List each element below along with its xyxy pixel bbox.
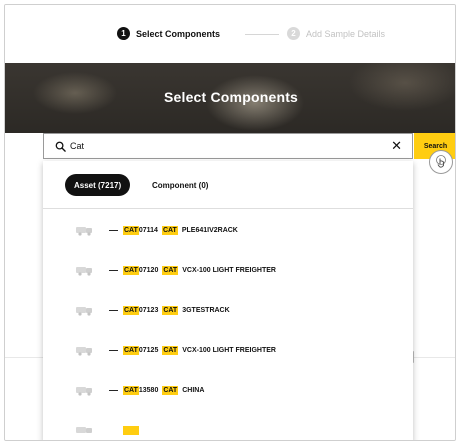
search-results-dropdown: Asset (7217) Component (0) — CAT 07114 CAT… xyxy=(43,161,413,440)
step-select-components: 1 Select Components xyxy=(117,27,220,40)
match-highlight: CAT xyxy=(161,225,178,235)
result-tabs: Asset (7217) Component (0) xyxy=(43,161,413,209)
match-highlight: CAT xyxy=(162,305,179,315)
asset-label: CAT 07114 CAT PLE641IV2RACK xyxy=(123,225,238,235)
step-connector xyxy=(245,34,279,35)
asset-label: CAT 07125 CAT VCX-100 LIGHT FREIGHTER xyxy=(123,345,276,355)
separator: — xyxy=(109,385,118,395)
truck-icon xyxy=(76,227,92,236)
match-highlight: CAT xyxy=(123,345,139,355)
step-add-sample-details[interactable]: 2 Add Sample Details xyxy=(287,27,385,40)
asset-label-partial: CAT xyxy=(123,425,139,435)
separator: — xyxy=(109,305,118,315)
step-number: 2 xyxy=(287,27,300,40)
truck-icon xyxy=(76,347,92,356)
asset-code: 07125 xyxy=(138,346,159,354)
touch-pointer-icon[interactable] xyxy=(429,150,453,174)
hero-banner: Select Components xyxy=(5,63,455,133)
separator: — xyxy=(109,265,118,275)
list-item[interactable]: — CAT 07120 CAT VCX-100 LIGHT FREIGHTER xyxy=(43,250,413,290)
truck-icon xyxy=(76,307,92,316)
list-item[interactable]: — CAT 07114 CAT PLE641IV2RACK xyxy=(43,210,413,250)
match-highlight: CAT xyxy=(162,385,179,395)
tab-component[interactable]: Component (0) xyxy=(149,174,211,196)
stepper: 1 Select Components 2 Add Sample Details xyxy=(5,5,455,63)
asset-label: CAT 07120 CAT VCX-100 LIGHT FREIGHTER xyxy=(123,265,276,275)
asset-label: CAT 07123 CAT 3GTESTRACK xyxy=(123,305,230,315)
step-label: Select Components xyxy=(136,28,221,39)
list-item[interactable]: — CAT 07123 CAT 3GTESTRACK xyxy=(43,290,413,330)
asset-model: CHINA xyxy=(182,386,205,394)
asset-code: 07123 xyxy=(138,306,159,314)
list-item[interactable]: CAT xyxy=(43,410,413,440)
search-input[interactable] xyxy=(70,141,370,151)
asset-model: VCX-100 LIGHT FREIGHTER xyxy=(182,266,276,274)
tab-asset[interactable]: Asset (7217) xyxy=(65,174,131,196)
match-highlight: CAT xyxy=(162,265,179,275)
truck-icon xyxy=(76,387,92,396)
search-icon xyxy=(52,138,68,154)
match-highlight: CAT xyxy=(123,385,139,395)
truck-icon xyxy=(76,427,92,433)
search-box: ✕ xyxy=(43,133,413,159)
asset-model: 3GTESTRACK xyxy=(182,306,230,314)
list-item[interactable]: — CAT 13580 CAT CHINA xyxy=(43,370,413,410)
step-number: 1 xyxy=(117,27,130,40)
app-window: 1 Select Components 2 Add Sample Details… xyxy=(4,4,456,441)
separator: — xyxy=(109,345,118,355)
page-title: Select Components xyxy=(163,89,299,105)
list-item[interactable]: — CAT 07125 CAT VCX-100 LIGHT FREIGHTER xyxy=(43,330,413,370)
match-highlight: CAT xyxy=(123,265,139,275)
asset-model: PLE641IV2RACK xyxy=(181,226,238,234)
separator: — xyxy=(109,225,118,235)
match-highlight: CAT xyxy=(162,345,179,355)
match-highlight: CAT xyxy=(123,225,139,235)
truck-icon xyxy=(76,267,92,276)
asset-label: CAT 13580 CAT CHINA xyxy=(123,385,205,395)
asset-code: 07114 xyxy=(138,226,158,234)
asset-code: 13580 xyxy=(138,386,159,394)
match-highlight: CAT xyxy=(123,305,139,315)
close-icon[interactable]: ✕ xyxy=(391,139,402,153)
step-label: Add Sample Details xyxy=(306,28,386,39)
asset-model: VCX-100 LIGHT FREIGHTER xyxy=(182,346,276,354)
asset-code: 07120 xyxy=(138,266,159,274)
